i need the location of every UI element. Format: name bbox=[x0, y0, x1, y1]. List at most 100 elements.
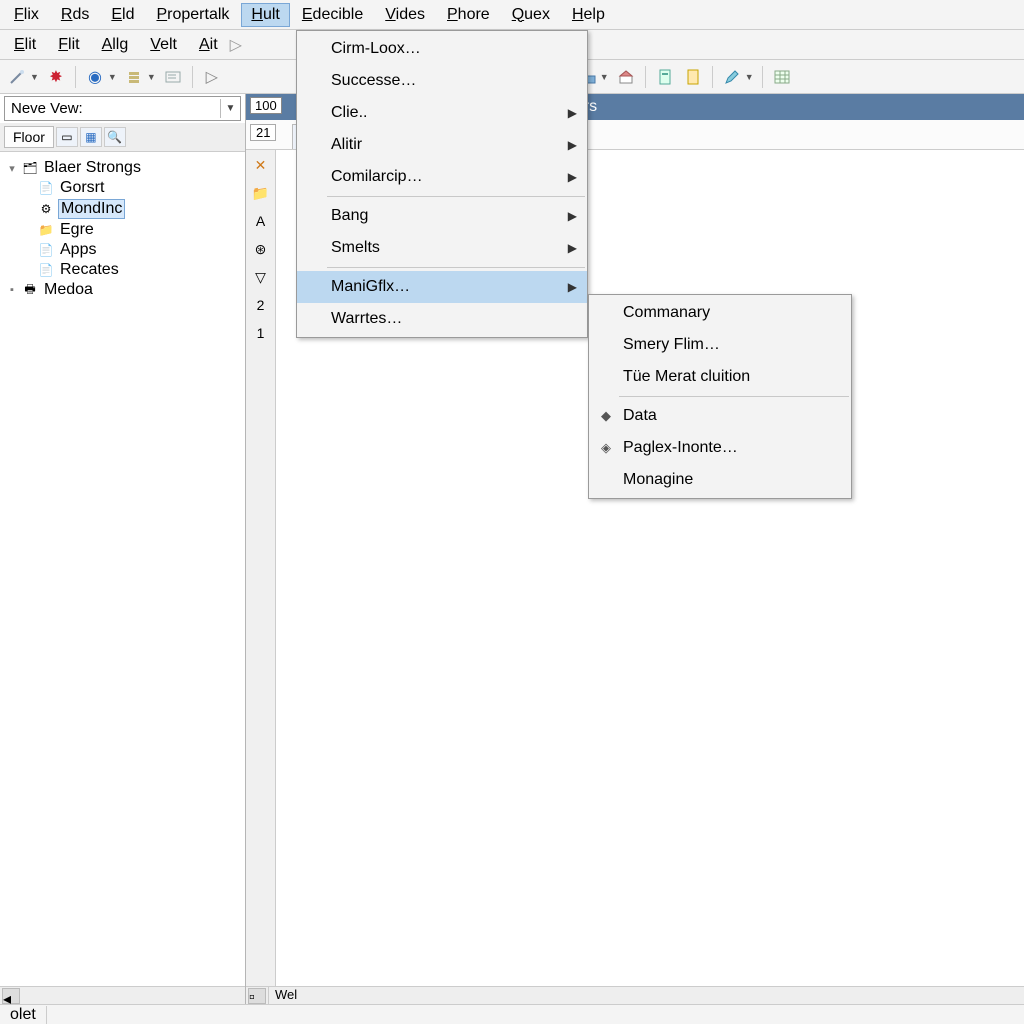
menu-rds[interactable]: Rds bbox=[51, 3, 99, 27]
overflow-arrow-icon[interactable]: ▷ bbox=[230, 35, 242, 55]
menu-item-bang[interactable]: Bang▶ bbox=[297, 200, 587, 232]
dropdown-arrow-icon[interactable]: ▼ bbox=[745, 72, 754, 82]
menu-item-clie-[interactable]: Clie..▶ bbox=[297, 97, 587, 129]
zoom-value[interactable]: 100 bbox=[250, 97, 282, 114]
page-yellow-icon[interactable] bbox=[682, 66, 704, 88]
folder-icon: 📁 bbox=[38, 222, 54, 238]
vtool-6[interactable]: 1 bbox=[250, 322, 272, 344]
vtool-5[interactable]: 2 bbox=[250, 294, 272, 316]
menu-item-label: Cirm-Loox… bbox=[331, 40, 421, 58]
home-icon[interactable] bbox=[615, 66, 637, 88]
pen-icon[interactable] bbox=[721, 66, 743, 88]
tree-node-recates[interactable]: 📄Recates bbox=[4, 260, 241, 280]
tree-node-gorsrt[interactable]: 📄Gorsrt bbox=[4, 178, 241, 198]
tree-twisty-icon[interactable]: ▪ bbox=[6, 284, 18, 296]
gear-icon[interactable]: ✸ bbox=[45, 66, 67, 88]
manigflx-submenu: Commanary Smery Flim… Tüe Merat cluition ◆D… bbox=[588, 294, 852, 499]
dropdown-arrow-icon[interactable]: ▼ bbox=[600, 72, 609, 82]
canvas-bottom-bar: ▫ Wel bbox=[246, 986, 1024, 1004]
menu-velt[interactable]: Velt bbox=[140, 33, 187, 57]
play-icon[interactable]: ▷ bbox=[201, 66, 223, 88]
menu-item-successe-[interactable]: Successe… bbox=[297, 65, 587, 97]
vtool-2[interactable]: A bbox=[250, 210, 272, 232]
menu-help[interactable]: Help bbox=[562, 3, 615, 27]
menu-item-comilarcip-[interactable]: Comilarcip…▶ bbox=[297, 161, 587, 193]
wand-icon[interactable] bbox=[6, 66, 28, 88]
vtool-0[interactable]: ✕ bbox=[250, 154, 272, 176]
page-green-icon[interactable] bbox=[654, 66, 676, 88]
menu-phore[interactable]: Phore bbox=[437, 3, 500, 27]
dropdown-arrow-icon[interactable]: ▼ bbox=[220, 99, 240, 118]
menu-ait[interactable]: Ait bbox=[189, 33, 228, 57]
menu-item-label: Paglex-Inonte… bbox=[623, 439, 738, 457]
menu-edecible[interactable]: Edecible bbox=[292, 3, 373, 27]
tree-node-label: Apps bbox=[58, 241, 98, 259]
menu-elit[interactable]: Elit bbox=[4, 33, 46, 57]
menu-item-data[interactable]: ◆Data bbox=[589, 400, 851, 432]
dropdown-arrow-icon[interactable]: ▼ bbox=[30, 72, 39, 82]
left-scrollbar[interactable]: ◂ bbox=[0, 986, 245, 1004]
vertical-toolbar: ✕ 📁 A ⊛ ▽ 2 1 bbox=[246, 150, 276, 986]
view-mode-button[interactable]: ▫ bbox=[248, 988, 266, 1004]
menu-item-t-e-merat-cluition[interactable]: Tüe Merat cluition bbox=[589, 361, 851, 393]
menu-quex[interactable]: Quex bbox=[502, 3, 560, 27]
globe-icon[interactable]: ◉ bbox=[84, 66, 106, 88]
menu-item-smelts[interactable]: Smelts▶ bbox=[297, 232, 587, 264]
menu-flit[interactable]: Flit bbox=[48, 33, 89, 57]
menu-item-label: Warrtes… bbox=[331, 310, 402, 328]
menu-item-label: Smery Flim… bbox=[623, 336, 720, 354]
menu-item-monagine[interactable]: Monagine bbox=[589, 464, 851, 496]
submenu-arrow-icon: ▶ bbox=[568, 280, 577, 294]
menu-propertalk[interactable]: Propertalk bbox=[146, 3, 239, 27]
menu-item-alitir[interactable]: Alitir ▶ bbox=[297, 129, 587, 161]
tree-node-medoa[interactable]: ▪🖶Medoa bbox=[4, 280, 241, 300]
card-icon[interactable]: ▭ bbox=[56, 127, 78, 147]
doc-icon: 📄 bbox=[38, 180, 54, 196]
stack-icon[interactable] bbox=[123, 66, 145, 88]
vtool-1[interactable]: 📁 bbox=[250, 182, 272, 204]
menu-item-manigflx-[interactable]: ManiGflx… ▶ bbox=[297, 271, 587, 303]
tree-node-label: Recates bbox=[58, 261, 121, 279]
menu-item-label: Tüe Merat cluition bbox=[623, 368, 750, 386]
dropdown-arrow-icon[interactable]: ▼ bbox=[108, 72, 117, 82]
hult-dropdown-menu: Cirm-Loox… Successe…Clie..▶ Alitir ▶ Comilar… bbox=[296, 30, 588, 338]
menu-item-label: Alitir bbox=[331, 136, 362, 154]
vtool-4[interactable]: ▽ bbox=[250, 266, 272, 288]
toolbar-separator bbox=[762, 66, 763, 88]
menu-item-paglex-inonte-[interactable]: ◈Paglex-Inonte… bbox=[589, 432, 851, 464]
tab-floor[interactable]: Floor bbox=[4, 126, 54, 148]
toolbar-separator bbox=[712, 66, 713, 88]
menu-allg[interactable]: Allg bbox=[92, 33, 139, 57]
doc-icon: 📄 bbox=[38, 262, 54, 278]
page-number-field[interactable]: 21 bbox=[250, 124, 276, 141]
tree-twisty-icon[interactable]: ▾ bbox=[6, 162, 18, 175]
project-tree: ▾🗂Blaer Strongs📄Gorsrt⚙MondInc📁Egre📄Apps… bbox=[0, 152, 245, 986]
menu-item-warrtes-[interactable]: Warrtes… bbox=[297, 303, 587, 335]
tree-node-mondinc[interactable]: ⚙MondInc bbox=[4, 198, 241, 220]
view-selector[interactable]: ▼ bbox=[4, 96, 241, 121]
vtool-3[interactable]: ⊛ bbox=[250, 238, 272, 260]
scroll-left-button[interactable]: ◂ bbox=[2, 988, 20, 1004]
note-icon[interactable] bbox=[162, 66, 184, 88]
menu-hult[interactable]: Hult bbox=[241, 3, 289, 27]
status-bar: olet bbox=[0, 1004, 1024, 1024]
layers-icon[interactable]: ▦ bbox=[80, 127, 102, 147]
menu-item-cirm-loox-[interactable]: Cirm-Loox… bbox=[297, 33, 587, 65]
tree-node-blaer-strongs[interactable]: ▾🗂Blaer Strongs bbox=[4, 158, 241, 178]
tree-node-apps[interactable]: 📄Apps bbox=[4, 240, 241, 260]
menu-vides[interactable]: Vides bbox=[375, 3, 435, 27]
tree-node-egre[interactable]: 📁Egre bbox=[4, 220, 241, 240]
menu-item-smery-flim-[interactable]: Smery Flim… bbox=[589, 329, 851, 361]
submenu-arrow-icon: ▶ bbox=[568, 138, 577, 152]
menu-item-commanary[interactable]: Commanary bbox=[589, 297, 851, 329]
dropdown-arrow-icon[interactable]: ▼ bbox=[147, 72, 156, 82]
menu-item-label: Bang bbox=[331, 207, 368, 225]
menu-flix[interactable]: Flix bbox=[4, 3, 49, 27]
tree-node-label: Egre bbox=[58, 221, 96, 239]
menu-eld[interactable]: Eld bbox=[101, 3, 144, 27]
view-selector-input[interactable] bbox=[5, 97, 220, 120]
menu-item-label: ManiGflx… bbox=[331, 278, 410, 296]
grid-icon[interactable] bbox=[771, 66, 793, 88]
toolbar-separator bbox=[645, 66, 646, 88]
search-icon[interactable]: 🔍 bbox=[104, 127, 126, 147]
